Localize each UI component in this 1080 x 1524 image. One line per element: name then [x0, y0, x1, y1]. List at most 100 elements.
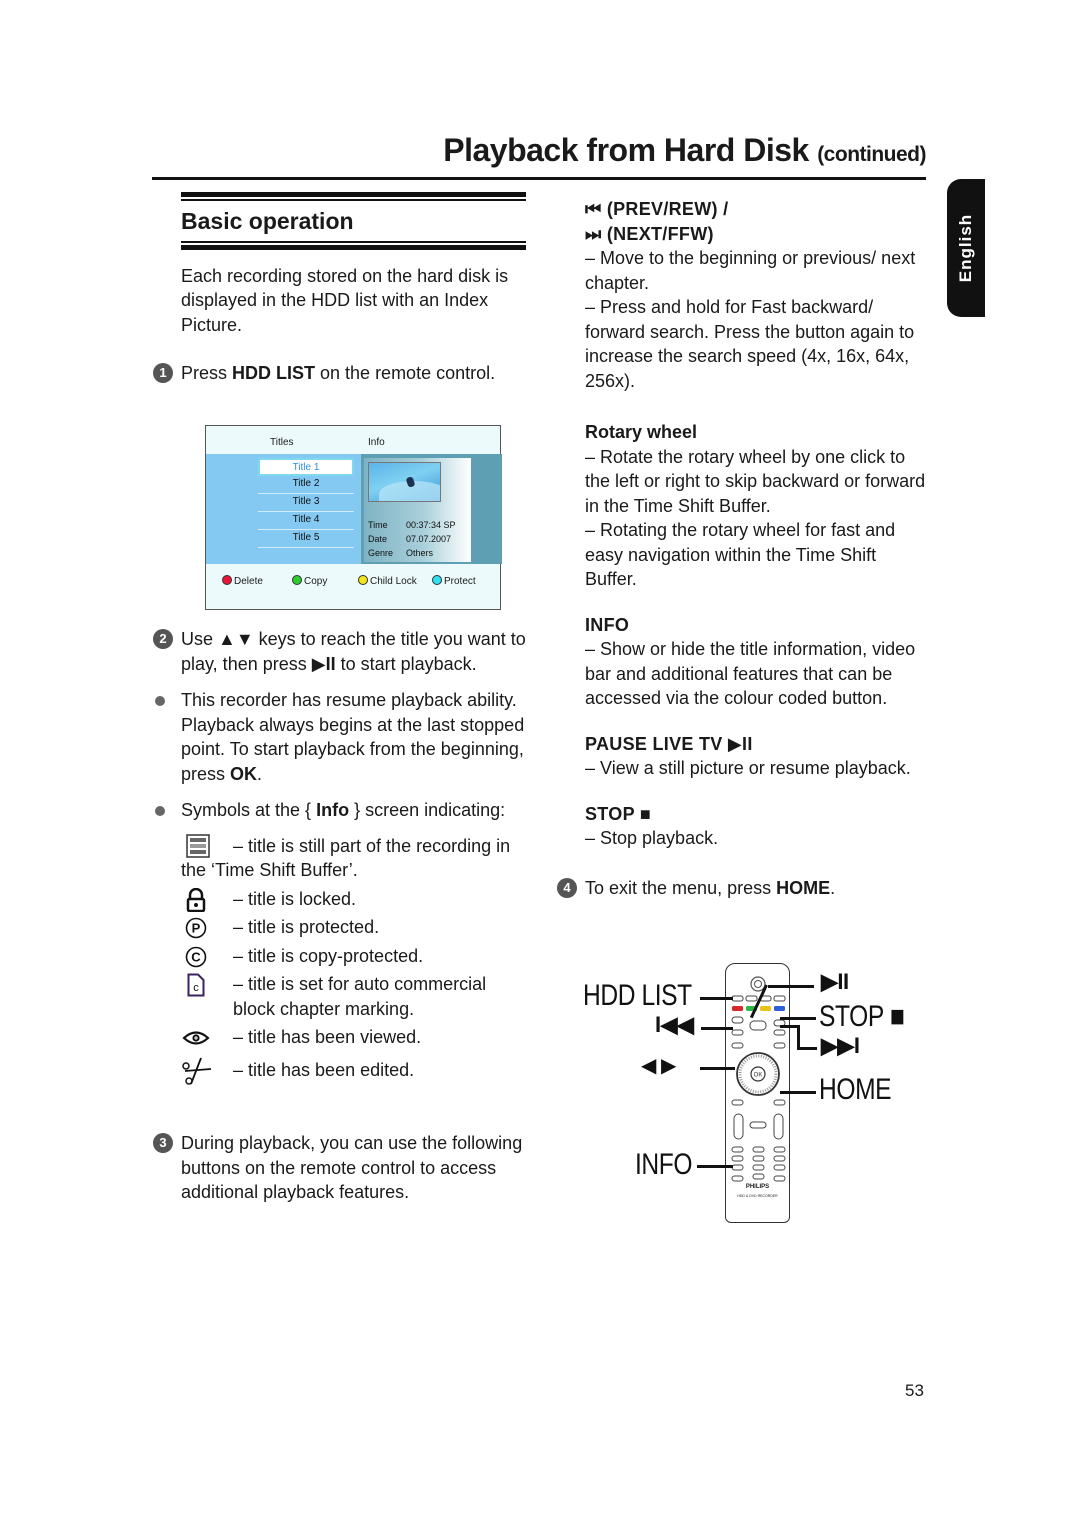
- step-2-text-post: to start playback.: [335, 653, 477, 674]
- index-picture-thumbnail: [368, 462, 441, 502]
- meta-label: Time: [368, 520, 388, 530]
- next-leader-h2: [797, 1047, 817, 1050]
- home-key-label: HOME: [776, 877, 831, 898]
- step-number-icon: 4: [557, 877, 577, 898]
- remote-control-figure: OK PHILIPS HDD & DVD RECORDER HDD LIST ▶…: [575, 955, 915, 1225]
- left-right-leader: [700, 1067, 735, 1070]
- hdd-title-list: Title 1 Title 2 Title 3 Title 4 Title 5: [258, 458, 354, 548]
- delete-button[interactable]: Delete: [222, 575, 263, 588]
- info-callout: INFO: [635, 1148, 693, 1181]
- child-lock-button[interactable]: Child Lock: [358, 575, 417, 588]
- info-leader: [697, 1165, 733, 1168]
- hdd-list-screen: Titles Info Title 1 Title 2 Title 3 Titl…: [205, 425, 502, 610]
- stop-label: STOP: [585, 803, 635, 824]
- step-1-text-post: on the remote control.: [315, 363, 496, 383]
- step-4: 4 To exit the menu, press HOME.: [557, 876, 930, 901]
- section-rule-top: [181, 192, 526, 197]
- bullet-resume-end: .: [257, 763, 263, 784]
- pause-desc: – View a still picture or resume playbac…: [585, 758, 911, 778]
- yellow-dot-icon: [358, 575, 368, 585]
- meta-row-date: Date 07.07.2007: [368, 532, 456, 546]
- ok-key-label: OK: [230, 763, 258, 784]
- page-title: Playback from Hard Disk (continued): [443, 132, 926, 169]
- bullet-symbols: Symbols at the { Info } screen indicatin…: [155, 798, 531, 823]
- lock-icon: [181, 887, 211, 912]
- symbol-item: c – title is set for auto commercial blo…: [181, 972, 531, 1021]
- step-3-text: During playback, you can use the followi…: [181, 1133, 523, 1202]
- info-screen-label: Info: [316, 800, 350, 820]
- info-heading: INFO: [585, 614, 630, 635]
- step-4-text-pre: To exit the menu, press: [585, 877, 777, 898]
- stop-leader: [780, 1017, 816, 1020]
- header-rule: [152, 177, 926, 180]
- title-list-item-selected[interactable]: Title 1: [258, 458, 354, 476]
- title-list-item[interactable]: Title 2: [258, 476, 354, 494]
- copy-button[interactable]: Copy: [292, 575, 327, 588]
- symbol-list: – title is still part of the recording i…: [181, 833, 531, 1085]
- page-title-text: Playback from Hard Disk: [443, 132, 809, 168]
- step-2-text-pre: Use: [181, 629, 219, 649]
- title-list-item[interactable]: Title 5: [258, 530, 354, 548]
- play-pause-leader: [768, 985, 814, 988]
- copyright-c-icon: C: [181, 946, 211, 968]
- bullet-dot-icon: [155, 696, 165, 706]
- stop-icon: ■: [639, 803, 652, 824]
- bullet-symbols-end: } screen indicating:: [349, 800, 506, 820]
- step-3: 3 During playback, you can use the follo…: [153, 1131, 531, 1205]
- step-number-icon: 3: [153, 1133, 173, 1153]
- next-ffw-label: (NEXT/FFW): [606, 223, 714, 244]
- meta-label: Genre: [368, 548, 394, 558]
- symbol-item: C – title is copy-protected.: [181, 944, 531, 969]
- next-ffw-heading: ⏭ (NEXT/FFW): [585, 222, 930, 247]
- step-number-icon: 2: [153, 629, 173, 649]
- symbol-description: – title has been viewed.: [233, 1027, 422, 1047]
- bullet-resume: This recorder has resume playback abilit…: [155, 688, 531, 786]
- prev-rew-heading: ⏮ (PREV/REW) /: [585, 197, 930, 222]
- bullet-symbols-text: Symbols at the {: [181, 800, 317, 820]
- symbol-description: – title is locked.: [233, 888, 357, 909]
- green-dot-icon: [292, 575, 302, 585]
- meta-row-genre: Genre Others: [368, 546, 456, 560]
- intro-paragraph: Each recording stored on the hard disk i…: [181, 265, 509, 335]
- symbol-item: – title has been viewed.: [181, 1025, 531, 1050]
- play-pause-icon: ▶II: [311, 653, 336, 674]
- meta-row-time: Time 00:37:34 SP: [368, 518, 456, 532]
- title-metadata: Time 00:37:34 SP Date 07.07.2007 Genre Othe…: [368, 518, 456, 560]
- protected-p-icon: P: [181, 917, 211, 939]
- right-column: ⏮ (PREV/REW) / ⏭ (NEXT/FFW) – Move to th…: [557, 197, 930, 901]
- play-pause-callout: ▶II: [821, 969, 849, 994]
- pause-live-tv-label: PAUSE LIVE TV: [585, 733, 723, 754]
- rotary-wheel-heading: Rotary wheel: [585, 422, 698, 442]
- section-rule-bottom-thin: [181, 240, 526, 243]
- protect-button[interactable]: Protect: [432, 575, 476, 588]
- prev-leader: [701, 1027, 733, 1030]
- scissors-icon: [181, 1057, 211, 1085]
- titles-column-header: Titles: [270, 437, 294, 448]
- symbol-item: – title has been edited.: [181, 1057, 531, 1085]
- pause-live-tv-heading: PAUSE LIVE TV ▶II: [585, 732, 930, 757]
- svg-text:OK: OK: [754, 1073, 763, 1079]
- rotary-desc-2: – Rotating the rotary wheel for fast and…: [585, 520, 896, 589]
- next-icon: ⏭: [585, 223, 602, 244]
- remote-model: HDD & DVD RECORDER: [737, 1194, 778, 1198]
- meta-label: Date: [368, 534, 388, 544]
- prev-callout: I◀◀: [655, 1012, 694, 1037]
- prev-next-desc-2: – Press and hold for Fast backward/ forw…: [585, 297, 915, 391]
- time-shift-buffer-icon: [183, 833, 213, 858]
- title-list-item[interactable]: Title 3: [258, 494, 354, 512]
- meta-value: 00:37:34 SP: [406, 520, 456, 530]
- cyan-dot-icon: [432, 575, 442, 585]
- previous-icon: ⏮: [585, 199, 602, 219]
- title-list-item[interactable]: Title 4: [258, 512, 354, 530]
- symbol-description: – title is still part of the recording i…: [181, 835, 511, 881]
- svg-text:c: c: [193, 982, 199, 994]
- language-tab-label: English: [956, 213, 975, 283]
- meta-value: Others: [406, 548, 434, 558]
- symbol-description: – title is protected.: [233, 917, 380, 937]
- info-desc: – Show or hide the title information, vi…: [585, 639, 916, 708]
- svg-text:C: C: [191, 949, 201, 964]
- home-callout: HOME: [819, 1073, 892, 1106]
- page-header: Playback from Hard Disk (continued): [152, 132, 926, 180]
- copy-label: Copy: [304, 576, 328, 587]
- symbol-item: – title is still part of the recording i…: [181, 833, 531, 883]
